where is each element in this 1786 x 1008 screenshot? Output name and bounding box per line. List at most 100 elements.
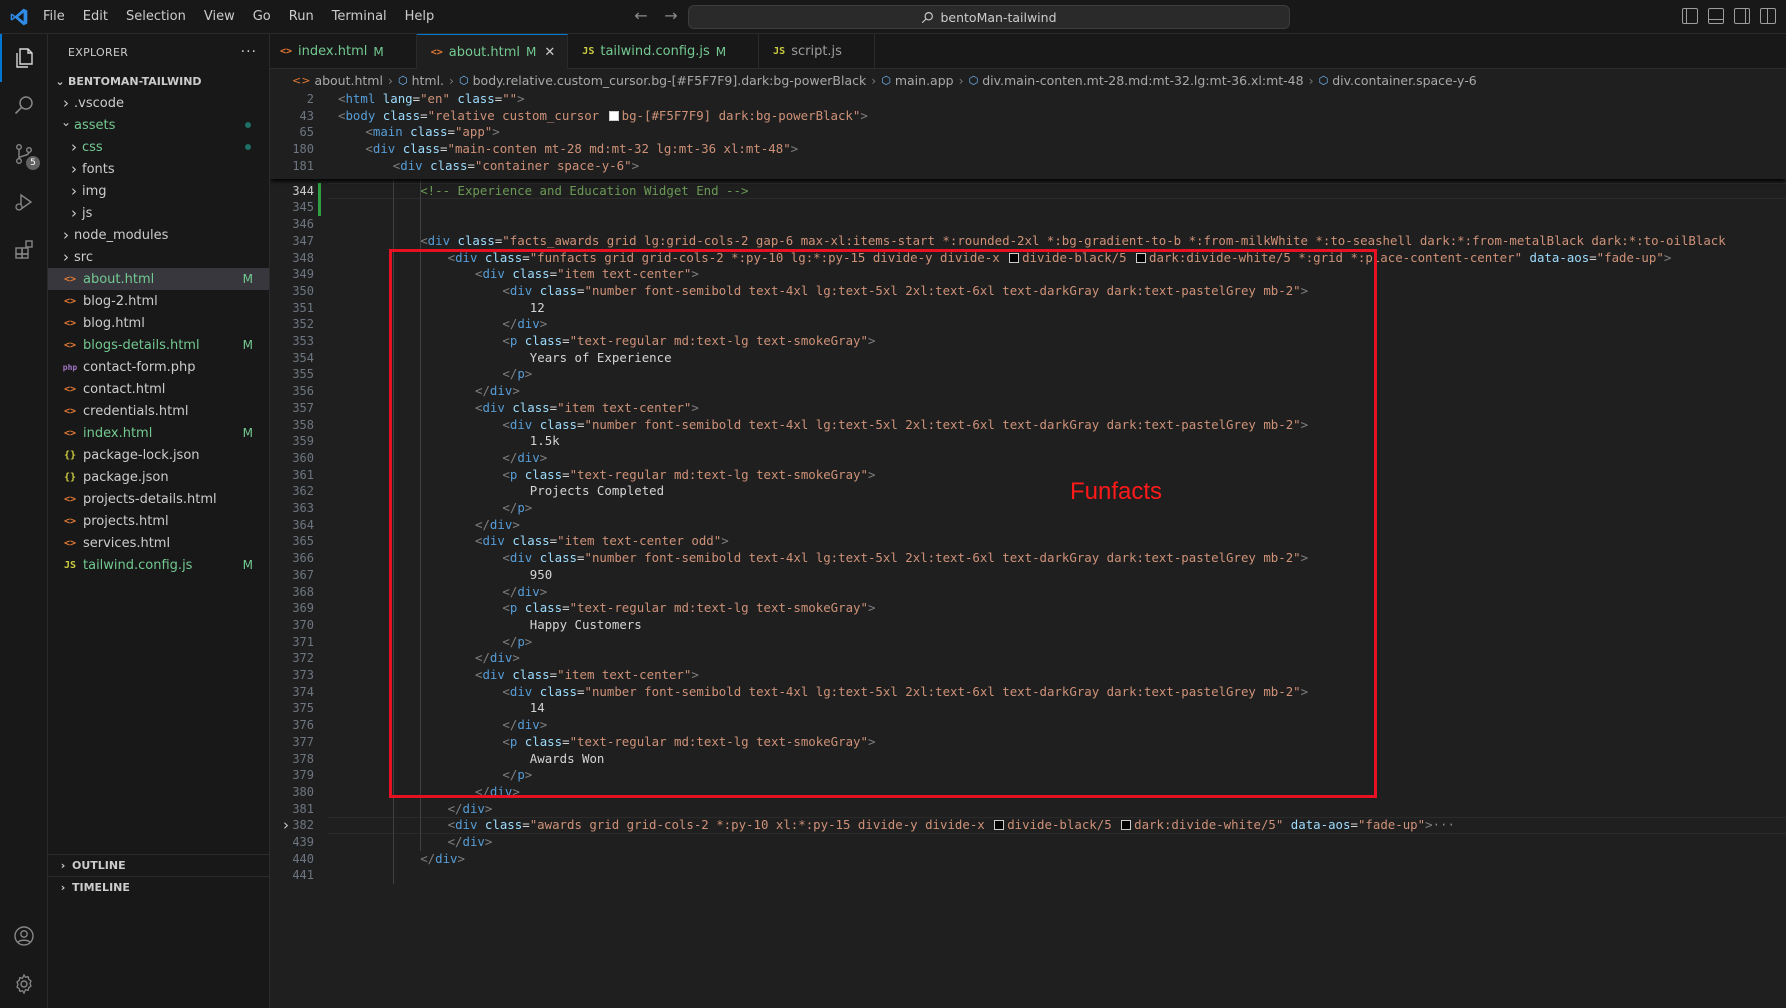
code-line: 43 <body class="relative custom_cursor bg… xyxy=(270,108,1786,125)
line-number: 371 xyxy=(292,634,314,649)
tab-index-html[interactable]: <> index.html M xyxy=(270,34,417,69)
code-content: <body class="relative custom_cursor bg-[… xyxy=(338,108,868,125)
file-item[interactable]: {} package.json xyxy=(48,466,269,488)
code-bracket: </ xyxy=(502,366,518,382)
toggle-primary-sidebar-icon[interactable] xyxy=(1682,8,1698,24)
fold-chevron-icon[interactable]: › xyxy=(283,817,289,834)
code-bracket: < xyxy=(447,817,456,833)
file-item[interactable]: php contact-form.php xyxy=(48,356,269,378)
code-operator: = xyxy=(577,282,585,298)
file-item[interactable]: <> about.html M xyxy=(48,268,269,290)
settings-gear-icon[interactable] xyxy=(0,960,48,1008)
tab-about-html[interactable]: <> about.html M ✕ xyxy=(416,34,569,69)
tab-script-js[interactable]: JS script.js xyxy=(759,34,875,69)
code-line: 347 <div class="facts_awards grid lg:grid… xyxy=(270,233,1786,250)
toggle-panel-icon[interactable] xyxy=(1708,8,1724,24)
customize-layout-icon[interactable] xyxy=(1760,8,1776,24)
code-editor[interactable]: 2 <html lang="en" class=""> 43 <body class=… xyxy=(270,91,1786,1008)
code-string: "awards grid grid-cols-2 *:py-10 xl:*:py… xyxy=(529,817,993,833)
line-number: 356 xyxy=(292,384,314,399)
folder-item[interactable]: › node_modules xyxy=(48,224,269,246)
menu-selection[interactable]: Selection xyxy=(117,0,195,34)
folder-item[interactable]: › css xyxy=(48,136,269,158)
code-bracket: > xyxy=(1300,416,1309,432)
extensions-icon[interactable] xyxy=(0,226,48,274)
file-item[interactable]: JS tailwind.config.js M xyxy=(48,554,269,576)
code-string: "number font-semibold text-4xl lg:text-5… xyxy=(584,683,1301,699)
menu-help[interactable]: Help xyxy=(396,0,444,34)
timeline-label: TIMELINE xyxy=(72,881,130,894)
folder-item[interactable]: › img xyxy=(48,180,269,202)
file-item[interactable]: <> blog.html xyxy=(48,312,269,334)
code-comment: <!-- Experience and Education Widget End… xyxy=(420,182,749,198)
breadcrumb-item[interactable]: html. xyxy=(412,73,444,88)
line-number: 372 xyxy=(292,651,314,666)
folder-item[interactable]: › js xyxy=(48,202,269,224)
menu-edit[interactable]: Edit xyxy=(74,0,117,34)
file-item[interactable]: <> blogs-details.html M xyxy=(48,334,269,356)
html-file-icon: <> xyxy=(280,46,293,57)
code-content: <div class="funfacts grid grid-cols-2 *:… xyxy=(448,250,1672,267)
explorer-icon[interactable] xyxy=(0,34,48,82)
editor-tabs: <> index.html M <> about.html M ✕ JS tailwind.co… xyxy=(270,34,1786,69)
code-bracket: < xyxy=(365,124,373,140)
code-attribute: class xyxy=(484,817,523,833)
toggle-secondary-sidebar-icon[interactable] xyxy=(1734,8,1750,24)
folder-item[interactable]: › fonts xyxy=(48,158,269,180)
code-bracket: > xyxy=(524,366,533,382)
forward-arrow-icon[interactable]: → xyxy=(660,5,682,27)
breadcrumb-item[interactable]: main.app xyxy=(895,73,954,88)
file-item[interactable]: <> projects-details.html xyxy=(48,488,269,510)
back-arrow-icon[interactable]: ← xyxy=(630,5,652,27)
command-center-search[interactable]: bentoMan-tailwind xyxy=(688,5,1290,29)
close-tab-icon[interactable]: ✕ xyxy=(544,45,555,60)
code-string: "fade-up" xyxy=(1357,817,1426,833)
source-control-icon[interactable]: 5 xyxy=(0,130,48,178)
more-actions-icon[interactable]: ··· xyxy=(241,44,257,60)
code-bracket: < xyxy=(502,683,510,699)
breadcrumb-item[interactable]: div.main-conten.mt-28.md:mt-32.lg:mt-36.… xyxy=(982,73,1303,88)
code-content: </div> xyxy=(475,650,520,667)
breadcrumb-item[interactable]: div.container.space-y-6 xyxy=(1332,73,1476,88)
code-content: <div class="item text-center odd"> xyxy=(475,533,729,550)
file-item[interactable]: <> projects.html xyxy=(48,510,269,532)
folder-item[interactable]: › src xyxy=(48,246,269,268)
code-text: 14 xyxy=(529,700,545,716)
tree-item-label: css xyxy=(82,139,103,155)
breadcrumb-item[interactable]: about.html xyxy=(314,73,383,88)
breadcrumb-item[interactable]: body.relative.custom_cursor.bg-[#F5F7F9]… xyxy=(473,73,867,88)
menu-file[interactable]: File xyxy=(34,0,74,34)
code-line: 368 </div> xyxy=(270,584,1786,601)
code-tag-name: div xyxy=(455,249,478,265)
code-content: </div> xyxy=(475,383,520,400)
folder-item[interactable]: › .vscode xyxy=(48,92,269,114)
folder-item[interactable]: ⌄ assets xyxy=(48,114,269,136)
line-number: 43 xyxy=(299,108,314,123)
code-content: <div class="awards grid grid-cols-2 *:py… xyxy=(448,817,1455,834)
timeline-section[interactable]: › TIMELINE xyxy=(48,876,270,898)
code-tag-name: div xyxy=(372,141,396,157)
code-content: </div> xyxy=(475,517,520,534)
line-number: 440 xyxy=(292,851,314,866)
outline-section[interactable]: › OUTLINE xyxy=(48,854,270,876)
account-icon[interactable] xyxy=(0,912,48,960)
file-item[interactable]: <> index.html M xyxy=(48,422,269,444)
file-item[interactable]: {} package-lock.json xyxy=(48,444,269,466)
menu-terminal[interactable]: Terminal xyxy=(323,0,396,34)
file-item[interactable]: <> blog-2.html xyxy=(48,290,269,312)
file-item[interactable]: <> credentials.html xyxy=(48,400,269,422)
code-bracket: < xyxy=(420,232,428,248)
file-item[interactable]: <> services.html xyxy=(48,532,269,554)
workspace-root-folder[interactable]: ⌄ BENTOMAN-TAILWIND xyxy=(48,70,269,92)
menu-go[interactable]: Go xyxy=(244,0,280,34)
menu-run[interactable]: Run xyxy=(280,0,323,34)
code-line: 374 <div class="number font-semibold text… xyxy=(270,684,1786,701)
file-item[interactable]: <> contact.html xyxy=(48,378,269,400)
code-content: <html lang="en" class=""> xyxy=(338,91,525,108)
menu-view[interactable]: View xyxy=(195,0,244,34)
tab-tailwind-config-js[interactable]: JS tailwind.config.js M xyxy=(568,34,760,69)
code-tag-name: div xyxy=(435,850,458,866)
run-debug-icon[interactable] xyxy=(0,178,48,226)
search-icon[interactable] xyxy=(0,82,48,130)
